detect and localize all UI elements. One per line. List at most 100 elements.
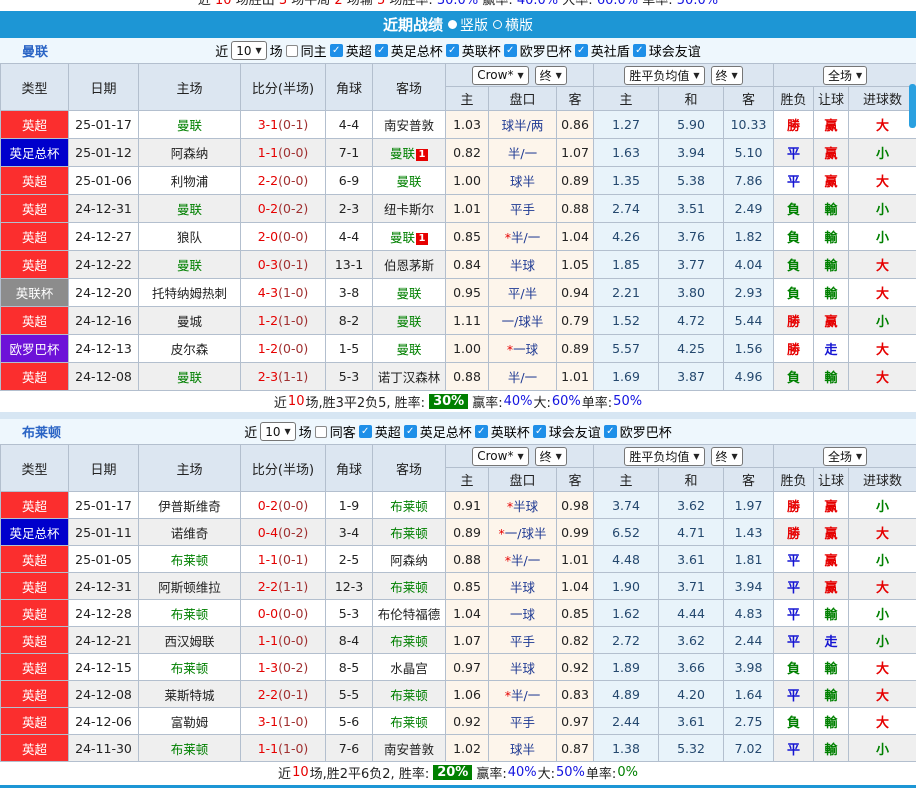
final-avg-select[interactable]: 终 ▼ xyxy=(710,446,743,466)
sub-column-header: 和 xyxy=(658,86,725,111)
league-type-cell: 英超 xyxy=(0,194,69,223)
avg-lose-cell: 5.44 xyxy=(723,306,775,335)
handicap-cell: 半/一 xyxy=(488,138,557,167)
fulltime-score: 1-2 xyxy=(257,313,279,328)
league-checkbox[interactable]: ✓ xyxy=(503,44,517,57)
column-header: 比分(半场) xyxy=(240,444,326,492)
same-venue-checkbox[interactable] xyxy=(314,425,327,438)
score-cell: 1-1(0-0) xyxy=(240,138,326,167)
same-venue-checkbox[interactable] xyxy=(285,44,298,57)
stat-segment: 30.0% xyxy=(436,0,479,8)
header-group-row: 类型 日期 主场 比分(半场) 角球 客场 Crow* ▼ 终 ▼ 胜平负均值 ▼ 终 ▼ 全场 ▼ xyxy=(0,63,916,111)
league-checkbox[interactable]: ✓ xyxy=(445,44,459,57)
halftime-score: (1-1) xyxy=(278,578,309,594)
league-type-cell: 英超 xyxy=(0,362,69,391)
league-type-cell: 英超 xyxy=(0,166,69,195)
fulltime-score: 0-2 xyxy=(257,201,279,216)
table-row: 欧罗巴杯 24-12-13 皮尔森 1-2(0-0) 1-5 曼联 1.00 *一球 0.89 5… xyxy=(0,334,916,363)
league-checkbox[interactable]: ✓ xyxy=(374,44,388,57)
table-row: 英超 24-12-15 布莱顿 1-3(0-2) 8-5 水晶宫 0.97 半球 0.92 1.8… xyxy=(0,653,916,681)
layout-radio-horizontal[interactable]: 横版 xyxy=(493,15,533,35)
handicap-cell: *半/一 xyxy=(488,545,557,573)
league-checkbox[interactable]: ✓ xyxy=(474,425,488,438)
result-goals-cell: 小 xyxy=(848,138,916,167)
league-checkbox[interactable]: ✓ xyxy=(358,425,372,438)
scrollbar-thumb[interactable] xyxy=(909,84,916,128)
chevron-down-icon: ▼ xyxy=(555,451,562,461)
away-team-cell: 阿森纳 xyxy=(372,545,446,573)
avg-draw-cell: 3.66 xyxy=(658,653,725,681)
stat-segment: 单率: xyxy=(638,0,677,8)
corner-cell: 6-9 xyxy=(325,166,373,195)
table-row: 英超 25-01-06 利物浦 2-2(0-0) 6-9 曼联 1.00 球半 0.89 1.35… xyxy=(0,166,916,195)
result-goals-cell: 大 xyxy=(848,653,916,681)
avg-odds-select[interactable]: 胜平负均值 ▼ xyxy=(624,65,705,85)
league-checkbox[interactable]: ✓ xyxy=(574,44,588,57)
halftime-score: (0-0) xyxy=(278,341,309,356)
away-team-cell: 曼联 1 xyxy=(372,138,446,167)
odds-away-cell: 0.97 xyxy=(555,707,595,735)
avg-lose-cell: 3.98 xyxy=(723,653,775,681)
scope-select[interactable]: 全场 ▼ xyxy=(822,446,868,466)
final-avg-select[interactable]: 终 ▼ xyxy=(710,65,743,85)
avg-draw-cell: 3.71 xyxy=(658,572,725,600)
corner-cell: 8-2 xyxy=(325,306,373,335)
halftime-score: (1-0) xyxy=(278,713,309,729)
home-team-cell: 莱斯特城 xyxy=(138,680,241,708)
match-count-select-value: 10 xyxy=(236,43,252,58)
match-count-select[interactable]: 10 ▼ xyxy=(231,41,267,60)
section-filter-bar: 布莱顿近 10 ▼ 场同客 ✓ 英超 ✓ 英足总杯 ✓ 英联杯 ✓ 球会友谊 ✓ 欧罗巴杯 xyxy=(0,419,916,444)
result-handicap-cell: 輸 xyxy=(813,222,850,251)
corner-cell: 7-1 xyxy=(325,138,373,167)
match-date-cell: 24-12-20 xyxy=(68,278,139,307)
sub-column-header: 客 xyxy=(555,86,595,111)
scope-select[interactable]: 全场 ▼ xyxy=(822,65,868,85)
match-count-select[interactable]: 10 ▼ xyxy=(260,422,296,441)
home-team-cell: 布莱顿 xyxy=(138,653,241,681)
league-checkbox[interactable]: ✓ xyxy=(329,44,343,57)
chevron-down-icon: ▼ xyxy=(855,70,863,80)
home-team-cell: 皮尔森 xyxy=(138,334,241,363)
chevron-down-icon: ▼ xyxy=(555,70,562,80)
corner-cell: 5-6 xyxy=(325,707,373,735)
league-type-cell: 英超 xyxy=(0,707,69,735)
avg-lose-cell: 4.04 xyxy=(723,250,775,279)
chevron-down-icon: ▼ xyxy=(731,451,738,461)
result-wdl-cell: 負 xyxy=(773,222,815,251)
away-team-cell: 布莱顿 xyxy=(372,626,446,654)
away-team-cell: 布莱顿 xyxy=(372,707,446,735)
odds-company-select[interactable]: Crow* ▼ xyxy=(472,65,529,85)
result-handicap-cell: 輸 xyxy=(813,278,850,307)
league-checkbox[interactable]: ✓ xyxy=(532,425,546,438)
avg-lose-cell: 2.75 xyxy=(723,707,775,735)
section-summary: 近 10 场,胜3平2负5, 胜率: 30% 赢率: 40% 大: 60% 单率: 50% xyxy=(0,391,916,412)
league-checkbox[interactable]: ✓ xyxy=(603,425,617,438)
league-filter-label: 球会友谊 xyxy=(548,426,601,441)
fulltime-score: 1-1 xyxy=(257,632,279,648)
fulltime-score: 0-0 xyxy=(257,605,279,621)
score-cell: 1-1(0-1) xyxy=(240,545,326,573)
avg-lose-cell: 1.43 xyxy=(723,518,775,546)
result-handicap-cell: 赢 xyxy=(813,306,850,335)
result-handicap-cell: 赢 xyxy=(813,138,850,167)
stat-segment: 5 xyxy=(376,0,386,8)
stat-segment: 40.0% xyxy=(516,0,559,8)
league-checkbox[interactable]: ✓ xyxy=(403,425,417,438)
fulltime-score: 3-1 xyxy=(257,117,279,132)
odds-away-cell: 0.82 xyxy=(555,626,595,654)
score-cell: 1-3(0-2) xyxy=(240,653,326,681)
league-checkbox[interactable]: ✓ xyxy=(632,44,646,57)
final-odds-select[interactable]: 终 ▼ xyxy=(534,446,567,466)
sub-column-header: 让球 xyxy=(813,86,850,111)
avg-draw-cell: 4.72 xyxy=(658,306,725,335)
page-title: 近期战绩 xyxy=(382,16,443,34)
final-odds-select-value: 终 xyxy=(539,68,552,83)
fulltime-score: 2-3 xyxy=(257,369,279,384)
avg-win-cell: 2.72 xyxy=(593,626,660,654)
avg-odds-select[interactable]: 胜平负均值 ▼ xyxy=(624,446,705,466)
final-odds-select[interactable]: 终 ▼ xyxy=(534,65,567,85)
odds-company-select[interactable]: Crow* ▼ xyxy=(472,446,529,466)
handicap-text: 一/球半 xyxy=(504,525,547,541)
layout-radio-vertical[interactable]: 竖版 xyxy=(448,15,488,35)
handicap-cell: 一球 xyxy=(488,599,557,627)
